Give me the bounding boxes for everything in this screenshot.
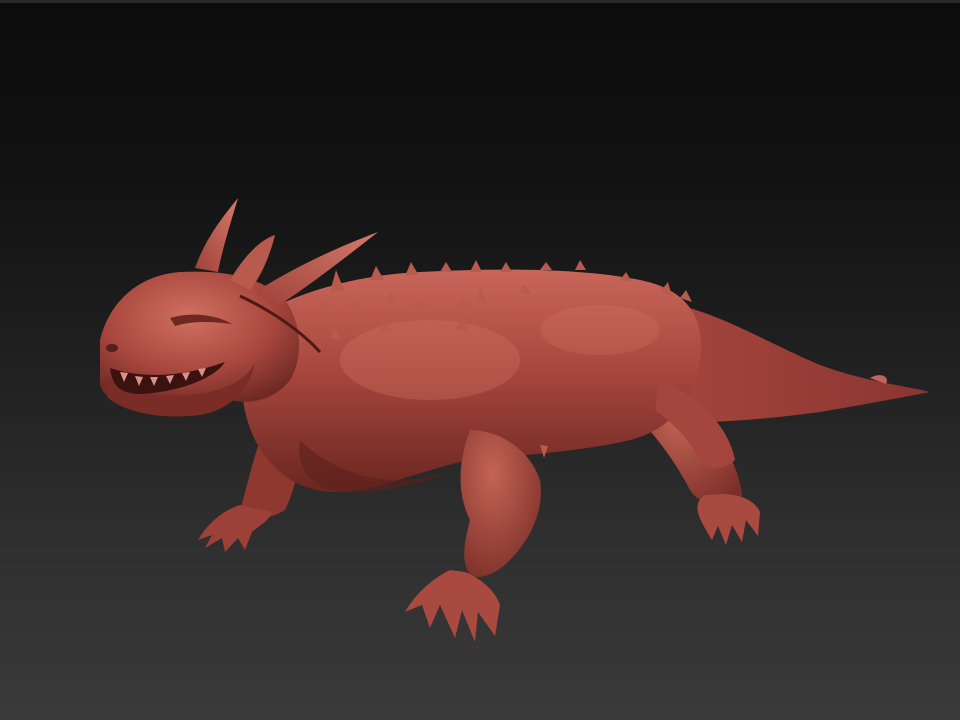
creature-sculpt-model[interactable] [0, 0, 960, 720]
viewport-canvas[interactable] [0, 0, 960, 720]
left-horn [195, 198, 238, 272]
